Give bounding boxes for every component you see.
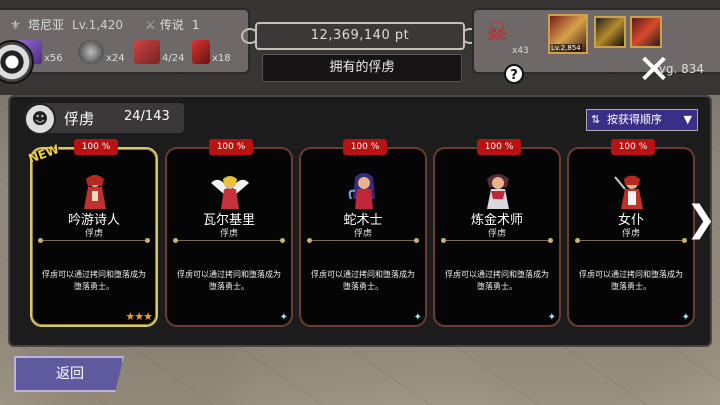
inventory-item-books[interactable]: 4/24 — [134, 40, 184, 64]
card-description: 俘虏可以通过拷问和堕落成为堕落勇士。 — [445, 270, 549, 291]
party-portrait-1[interactable]: Lv.2,854 — [548, 14, 588, 54]
section-label: 俘虏 — [64, 110, 95, 128]
legend-count: 1 — [191, 17, 200, 32]
sort-dropdown[interactable]: ⇅ 按获得顺序 ▼ — [586, 109, 698, 131]
card-type: 俘虏 — [219, 229, 238, 239]
percent-badge: 100 % — [477, 139, 521, 155]
card-description: 俘虏可以通过拷问和堕落成为堕落勇士。 — [177, 270, 281, 291]
section-header: ☻ 俘虏 24/143 — [24, 103, 184, 135]
crystal-icon: ✦ — [681, 312, 690, 323]
card-divider — [307, 238, 419, 243]
orb-icon — [78, 40, 104, 64]
sort-icon: ⇅ — [591, 113, 601, 126]
percent-badge: 100 % — [74, 139, 118, 155]
demon-mask-icon: ☠ — [485, 18, 509, 48]
book-icon — [134, 40, 160, 64]
help-button[interactable]: ? — [504, 64, 524, 84]
captive-list-panel: ☻ 俘虏 24/143 ⇅ 按获得顺序 ▼ NEW 100 % 吟游诗人 俘虏 … — [8, 95, 716, 347]
crest-icon: ⚜ — [10, 17, 21, 32]
card-icon — [192, 40, 210, 64]
player-panel: ⚜ 塔尼亚 Lv.1,420 ⚔ 传说 1 x56 x24 4/24 x18 — [0, 8, 250, 74]
percent-badge: 100 % — [343, 139, 387, 155]
captive-card-valkyrie[interactable]: 100 % 瓦尔基里 俘虏 俘虏可以通过拷问和堕落成为堕落勇士。 ✦ — [165, 139, 293, 327]
captive-card-alchemist[interactable]: 100 % 炼金术师 俘虏 俘虏可以通过拷问和堕落成为堕落勇士。 ✦ — [433, 139, 561, 327]
captive-count: 24/143 — [124, 109, 170, 124]
card-type: 俘虏 — [621, 229, 640, 239]
page-title: 拥有的俘虏 — [262, 54, 462, 82]
points-value: 12,369,140 pt — [310, 28, 410, 43]
player-name: 塔尼亚 — [28, 18, 65, 32]
points-display: 12,369,140 pt — [241, 22, 479, 50]
card-divider — [441, 238, 553, 243]
close-button[interactable]: ✕ — [636, 50, 672, 90]
card-type: 俘虏 — [487, 229, 506, 239]
inventory-item-cards[interactable]: x18 — [192, 40, 231, 64]
crystal-icon: ✦ — [279, 312, 288, 323]
card-divider — [173, 238, 285, 243]
rarity-stars: ★★★ — [125, 310, 153, 323]
party-portrait-2[interactable] — [594, 16, 626, 48]
next-page-chevron-icon[interactable]: ❯ — [686, 197, 716, 243]
crossed-swords-icon: ⚔ — [145, 17, 156, 32]
captive-card-maid[interactable]: 100 % 女仆 俘虏 俘虏可以通过拷问和堕落成为堕落勇士。 ✦ — [567, 139, 695, 327]
back-button[interactable]: 返回 — [14, 356, 124, 392]
captive-card-snake-sorcerer[interactable]: 100 % 蛇术士 俘虏 俘虏可以通过拷问和堕落成为堕落勇士。 ✦ — [299, 139, 427, 327]
dropdown-arrow-icon: ▼ — [683, 113, 692, 126]
crystal-icon: ✦ — [547, 312, 556, 323]
party-portrait-3[interactable] — [630, 16, 662, 48]
card-divider — [38, 238, 150, 243]
skull-icon: ☻ — [24, 103, 56, 135]
percent-badge: 100 % — [209, 139, 253, 155]
player-level: Lv.1,420 — [72, 17, 124, 32]
legend-label: 传说 — [159, 18, 184, 32]
card-description: 俘虏可以通过拷问和堕落成为堕落勇士。 — [579, 270, 683, 291]
inventory-item-orbs[interactable]: x24 — [78, 40, 125, 64]
demon-count: x43 — [512, 46, 529, 56]
captive-card-bard[interactable]: NEW 100 % 吟游诗人 俘虏 俘虏可以通过拷问和堕落成为堕落勇士。 ★★★ — [27, 139, 158, 327]
card-description: 俘虏可以通过拷问和堕落成为堕落勇士。 — [42, 270, 146, 291]
new-badge: NEW — [26, 142, 61, 166]
crystal-icon: ✦ — [413, 312, 422, 323]
card-type: 俘虏 — [353, 229, 372, 239]
card-description: 俘虏可以通过拷问和堕落成为堕落勇士。 — [311, 270, 415, 291]
card-divider — [575, 238, 687, 243]
card-type: 俘虏 — [84, 229, 103, 239]
percent-badge: 100 % — [611, 139, 655, 155]
top-bar: ⚜ 塔尼亚 Lv.1,420 ⚔ 传说 1 x56 x24 4/24 x18 1… — [0, 0, 720, 95]
